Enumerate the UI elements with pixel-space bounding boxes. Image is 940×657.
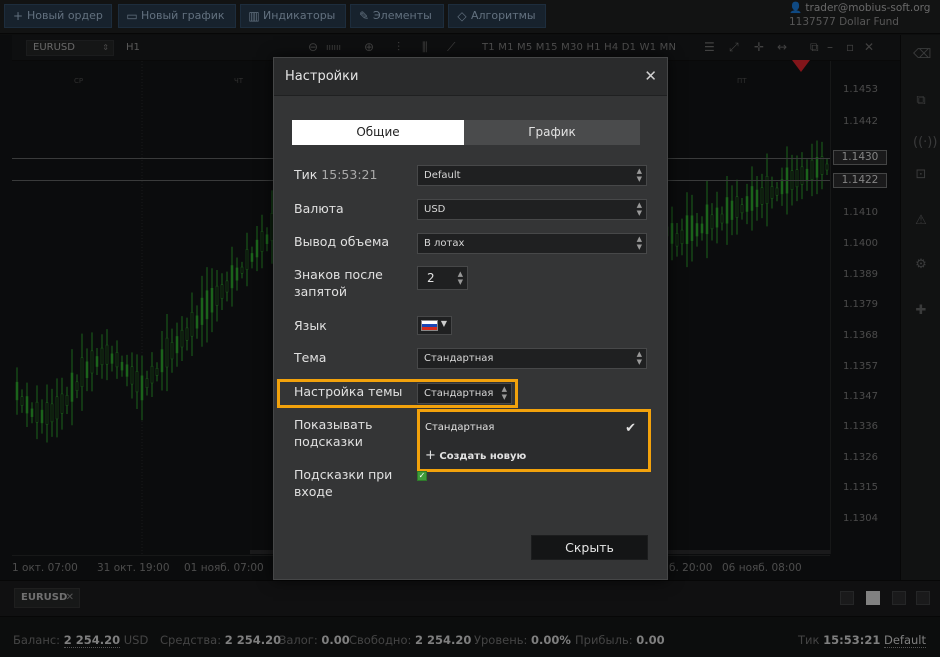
hide-button[interactable]: Скрыть <box>531 535 648 560</box>
tick-time: 15:53:21 <box>321 167 378 182</box>
decimals-stepper[interactable]: 2 ▲ ▼ <box>417 266 468 290</box>
dropdown-option-create-new[interactable]: + Создать новую <box>425 448 526 463</box>
dropdown-option-standard[interactable]: Стандартная <box>425 422 494 433</box>
volume-label: Вывод объема <box>294 234 390 249</box>
theme-setting-label: Настройка темы <box>294 384 403 399</box>
updown-icon: ▲ ▼ <box>636 201 642 217</box>
login-hints-label: Подсказки при входе <box>294 467 393 499</box>
settings-dialog: Настройки ✕ Общие График Тик 15:53:21 De… <box>273 57 668 580</box>
dialog-header: Настройки ✕ <box>274 58 667 96</box>
updown-icon: ▲ ▼ <box>636 350 642 366</box>
updown-icon: ▲ ▼ <box>457 270 463 286</box>
tab-chart[interactable]: График <box>464 120 640 145</box>
settings-tabs: Общие График <box>292 120 640 145</box>
volume-select[interactable]: В лотах ▲ ▼ <box>417 233 647 254</box>
theme-label: Тема <box>294 350 327 365</box>
tab-general[interactable]: Общие <box>292 120 464 145</box>
updown-icon: ▲ ▼ <box>636 167 642 183</box>
tick-label: Тик 15:53:21 <box>294 167 378 182</box>
tick-select[interactable]: Default ▲ ▼ <box>417 165 647 186</box>
currency-label: Валюта <box>294 201 344 216</box>
theme-setting-select[interactable]: Стандартная ▲ ▼ <box>417 383 512 404</box>
decimals-label: Знаков после запятой <box>294 267 383 299</box>
updown-icon: ▲ ▼ <box>636 235 642 251</box>
hints-label: Показывать подсказки <box>294 417 373 449</box>
language-label: Язык <box>294 318 327 333</box>
check-icon: ✔ <box>625 421 636 436</box>
dialog-title: Настройки <box>285 69 359 84</box>
theme-setting-dropdown: Стандартная ✔ + Создать новую <box>417 409 651 472</box>
plus-icon: + <box>425 448 436 463</box>
close-icon[interactable]: ✕ <box>644 67 657 85</box>
language-select[interactable]: ▼ <box>417 316 452 335</box>
chevron-down-icon: ▼ <box>440 319 447 328</box>
login-hints-checkbox[interactable]: ✓ <box>417 471 427 481</box>
currency-select[interactable]: USD ▲ ▼ <box>417 199 647 220</box>
updown-icon: ▲ ▼ <box>501 385 507 401</box>
russian-flag-icon <box>421 320 438 331</box>
theme-select[interactable]: Стандартная ▲ ▼ <box>417 348 647 369</box>
